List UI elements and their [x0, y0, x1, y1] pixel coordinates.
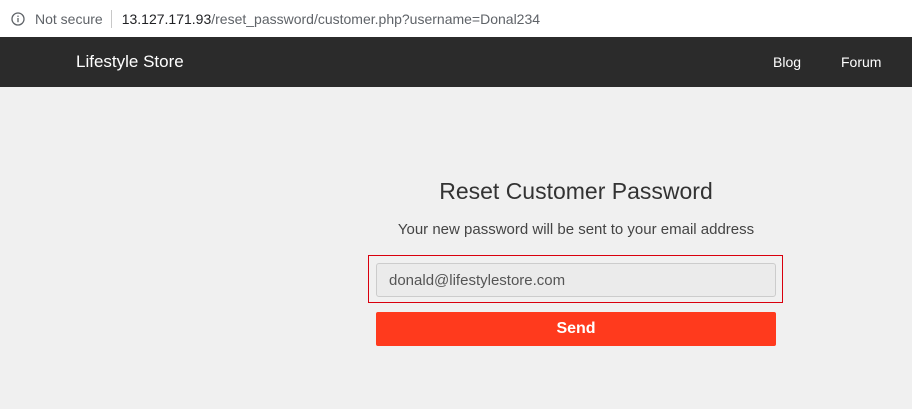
security-status-label[interactable]: Not secure: [35, 11, 103, 27]
url-text[interactable]: 13.127.171.93/reset_password/customer.ph…: [122, 11, 540, 27]
site-navbar: Lifestyle Store Blog Forum: [0, 37, 912, 87]
info-icon[interactable]: [11, 11, 25, 26]
nav-link-forum[interactable]: Forum: [841, 54, 881, 70]
browser-address-bar[interactable]: Not secure 13.127.171.93/reset_password/…: [0, 0, 912, 37]
nav-link-blog[interactable]: Blog: [773, 54, 801, 70]
page-title: Reset Customer Password: [439, 178, 713, 204]
page-subtitle: Your new password will be sent to your e…: [397, 221, 755, 238]
email-field[interactable]: [376, 263, 776, 297]
address-bar-divider: [110, 9, 112, 28]
brand-link[interactable]: Lifestyle Store: [76, 52, 184, 72]
send-button[interactable]: Send: [376, 312, 776, 346]
url-host: 13.127.171.93: [121, 10, 212, 27]
url-path: /reset_password/customer.php?username=Do…: [211, 10, 541, 27]
